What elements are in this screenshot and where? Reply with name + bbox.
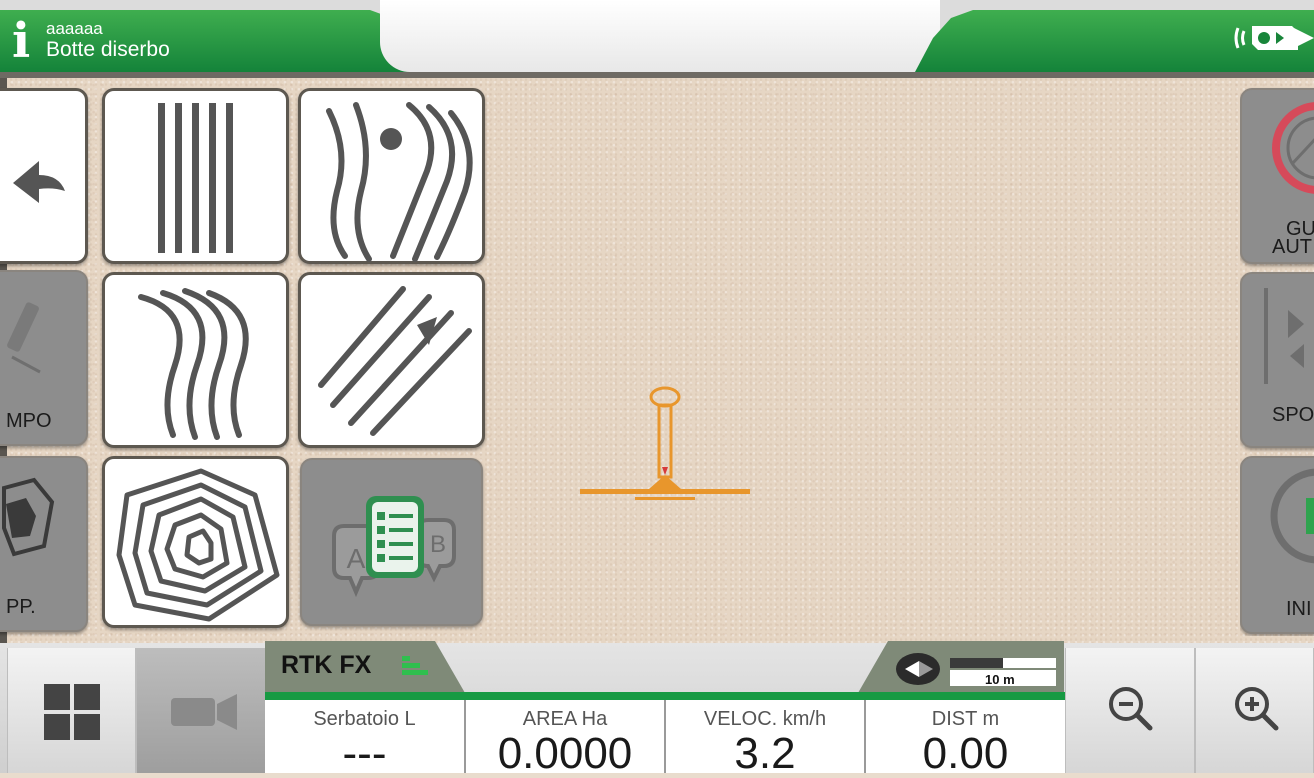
header-center-panel — [380, 0, 940, 72]
pivot-curves-button[interactable] — [298, 88, 485, 264]
spostamento-label: SPO — [1272, 404, 1314, 426]
tank-label: Serbatoio L — [313, 708, 416, 730]
speed-value: 3.2 — [734, 729, 796, 778]
back-arrow-icon — [13, 161, 65, 203]
ab-selection-button: A B — [300, 458, 483, 626]
area-label: AREA Ha — [522, 708, 608, 730]
zoom-out-button[interactable] — [1065, 648, 1195, 773]
scale-label: 10 m — [985, 672, 1015, 687]
data-bar-accent — [265, 692, 1065, 700]
gnss-status-label: RTK FX — [281, 651, 372, 679]
operator-name: aaaaaa — [46, 19, 103, 38]
speed-label: VELOC. km/h — [703, 708, 827, 730]
rtk-fix-icon — [402, 656, 428, 675]
straight-lines-button[interactable] — [102, 88, 289, 264]
gps-signal-icon — [1234, 26, 1314, 50]
tank-value: --- — [342, 729, 387, 778]
speed-field: VELOC. km/h 3.2 — [666, 700, 866, 778]
guida-label-line2: AUT — [1272, 236, 1312, 258]
camera-button — [136, 648, 266, 773]
video-camera-icon — [171, 694, 237, 730]
inizio-label: INI — [1286, 598, 1312, 620]
zoom-out-icon — [1109, 687, 1153, 731]
ab-lines-arrow-icon — [318, 286, 472, 436]
campo-label: MPO — [6, 410, 52, 432]
distance-value: 0.00 — [922, 729, 1009, 778]
info-icon[interactable]: i — [12, 16, 40, 66]
menu-button[interactable] — [7, 648, 136, 773]
area-field: AREA Ha 0.0000 — [466, 700, 666, 778]
contour-lines-icon — [116, 468, 280, 622]
mappa-label: PP. — [6, 596, 36, 618]
spostamento-button[interactable]: SPO — [1240, 272, 1314, 448]
distance-label: DIST m — [931, 708, 1000, 730]
top-bar: i aaaaaa Botte diserbo — [0, 0, 1314, 78]
zoom-in-icon — [1235, 687, 1279, 731]
ab-lines-button[interactable] — [298, 272, 485, 448]
campo-button[interactable]: MPO — [0, 270, 88, 446]
ab-list-icon: A B — [332, 496, 456, 598]
back-button[interactable] — [0, 88, 88, 264]
contour-button[interactable] — [102, 456, 289, 628]
pivot-curves-icon — [326, 102, 473, 262]
implement-name: Botte diserbo — [46, 38, 170, 61]
curved-lines-button[interactable] — [102, 272, 289, 448]
compass-icon[interactable] — [893, 651, 943, 687]
svg-text:B: B — [430, 531, 446, 558]
grid-menu-icon — [44, 684, 100, 740]
area-value: 0.0000 — [497, 729, 633, 778]
svg-text:A: A — [347, 543, 366, 574]
inizio-button[interactable]: INI — [1240, 456, 1314, 634]
zoom-in-button[interactable] — [1195, 648, 1314, 773]
parallel-straight-lines-icon — [158, 103, 233, 253]
distance-field: DIST m 0.00 — [866, 700, 1065, 778]
tractor-marker-icon — [580, 386, 750, 500]
tank-field: Serbatoio L --- — [265, 700, 466, 778]
guida-automatica-button[interactable]: GU AUT — [1240, 88, 1314, 264]
mappa-button[interactable]: PP. — [0, 456, 88, 632]
curved-lines-icon — [138, 288, 249, 440]
